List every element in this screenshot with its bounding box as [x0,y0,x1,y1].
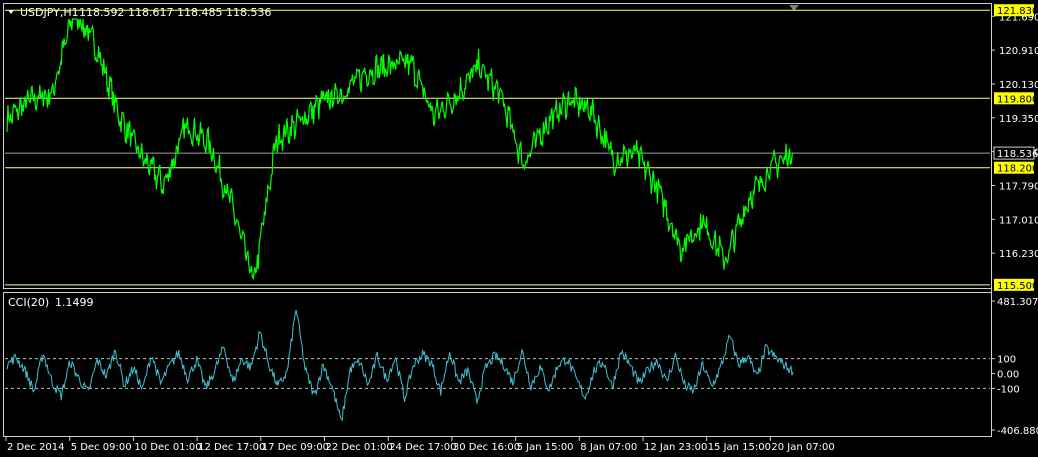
chart-window[interactable]: USDJPY,H1 118.592 118.617 118.485 118.53… [0,0,1038,457]
time-tick-label: 8 Jan 07:00 [580,442,637,453]
price-label-text: 115.500 [997,281,1038,292]
horizontal-levels [5,9,990,286]
price-axis: 121.690120.910120.130119.350118.570117.7… [991,12,1038,260]
time-tick-label: 17 Dec 09:00 [262,442,329,453]
cci-axis: 481.3079 100 0.00 -100 -406.8805 [991,297,1038,437]
symbol-timeframe-label: USDJPY,H1 [20,6,79,19]
time-tick-label: 2 Dec 2014 [7,442,65,453]
cci-line [6,309,794,422]
price-tick-label: 120.910 [999,46,1038,57]
indicator-panel-frame [3,292,992,437]
time-tick-label: 12 Dec 17:00 [198,442,265,453]
cci-name-label: CCI(20) [8,296,49,309]
price-label-text: 121.830 [997,6,1038,17]
cci-levels [5,358,990,389]
price-tick-label: 120.130 [999,80,1038,91]
price-tick-label: 119.350 [999,114,1038,125]
time-tick-label: 5 Dec 09:00 [71,442,132,453]
time-tick-label: 12 Jan 23:00 [644,442,707,453]
price-label-text: 119.800 [997,94,1038,105]
time-tick-label: 24 Dec 17:00 [389,442,456,453]
price-label-text: 118.536 [997,149,1038,160]
chart-canvas[interactable]: USDJPY,H1 118.592 118.617 118.485 118.53… [0,0,1038,457]
cci-tick-label: 481.3079 [997,297,1038,308]
cci-tick-label: 100 [997,355,1016,366]
price-label-text: 118.200 [997,164,1038,175]
price-line [6,18,794,281]
price-tick-label: 117.010 [999,215,1038,226]
time-tick-label: 20 Jan 07:00 [771,442,834,453]
cci-tick-label: 0.00 [997,370,1019,381]
cci-tick-label: -406.8805 [997,426,1038,437]
ohlc-label: 118.592 118.617 118.485 118.536 [79,6,271,19]
time-tick-label: 30 Dec 16:00 [453,442,520,453]
time-tick-label: 5 Jan 15:00 [517,442,574,453]
price-tick-label: 116.230 [999,249,1038,260]
main-panel-frame [3,3,992,289]
cci-series [6,309,794,422]
price-series [6,18,794,281]
cci-tick-label: -100 [997,384,1020,395]
price-tick-label: 117.790 [999,181,1038,192]
time-axis: 2 Dec 2014 5 Dec 09:00 10 Dec 01:0012 Dec … [5,437,835,453]
time-tick-label: 15 Jan 15:00 [708,442,771,453]
cci-value-label: 1.1499 [55,296,94,309]
time-tick-label: 22 Dec 01:00 [326,442,393,453]
time-tick-label: 10 Dec 01:00 [134,442,201,453]
